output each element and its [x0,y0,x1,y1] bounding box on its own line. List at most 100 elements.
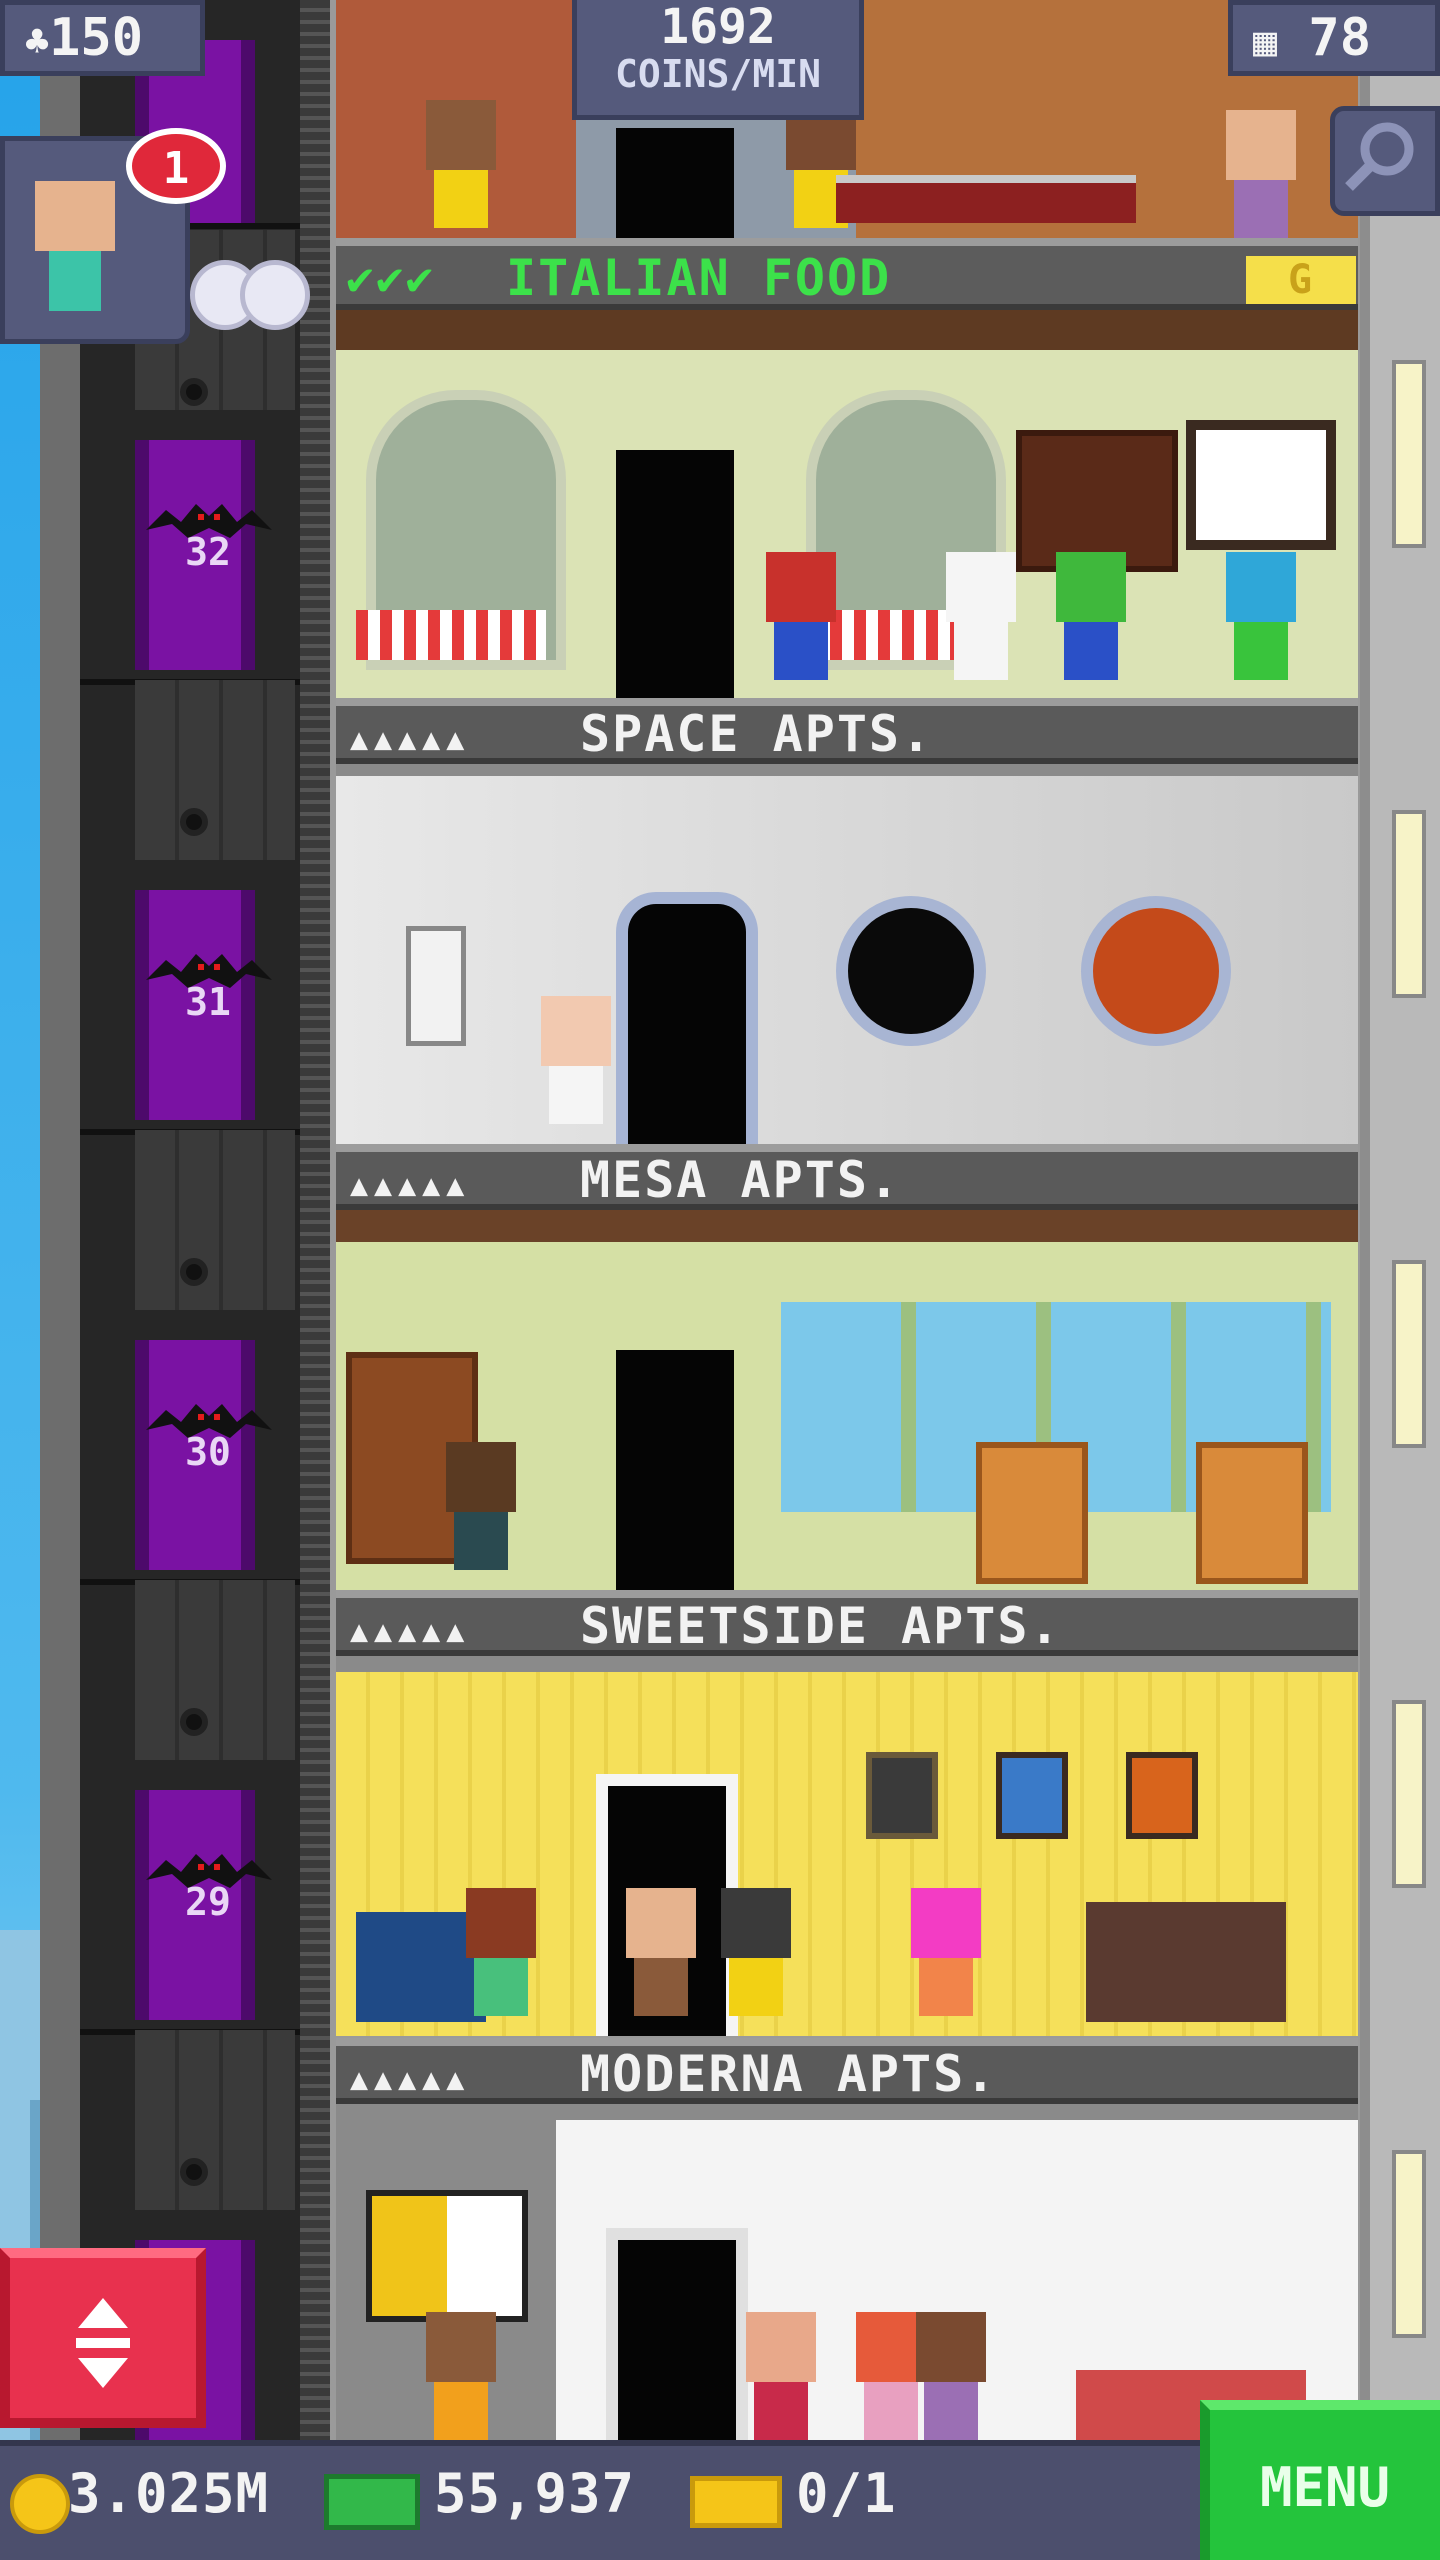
karate-resident[interactable] [541,996,611,1124]
floors-badge[interactable]: ▦ 78 [1228,0,1440,76]
building-icon: ▦ [1253,19,1278,65]
window-light [1392,2150,1426,2338]
resident[interactable] [721,1888,791,2016]
apartment-sign[interactable]: ▲▲▲▲▲ SPACE APTS. [336,698,1358,764]
moderna-apartment-room[interactable] [336,2104,1358,2440]
apartment-sign[interactable]: ▲▲▲▲▲ MODERNA APTS. [336,2038,1358,2104]
bux-icon [324,2474,420,2530]
bux-value: 55,937 [434,2462,636,2525]
occupants-icon: ▲▲▲▲▲ [350,1168,471,1203]
green-hat-resident[interactable] [446,1442,516,1570]
apartment-name: MODERNA APTS. [580,2045,998,2103]
elevator-button[interactable] [0,2248,206,2428]
gold-badge-label: G [1287,257,1315,303]
resident[interactable] [626,1888,696,2016]
wall-picture [866,1752,938,1839]
window-light [1392,360,1426,548]
elevator-floor-30[interactable]: 30 [80,1130,300,1585]
bearded-resident[interactable] [466,1888,536,2016]
elevator-cable [300,0,330,2440]
visitor-avatar-body [49,251,101,311]
red-cap-plumber[interactable] [766,552,836,680]
floor-door[interactable] [616,128,734,238]
population-value: 150 [49,8,144,68]
floor-marker-icon [180,1258,208,1286]
space-porthole [836,896,986,1046]
chef[interactable] [946,552,1016,680]
floor-marker-icon [180,378,208,406]
mars-porthole [1081,896,1231,1046]
floor-number: 32 [185,530,231,574]
coins-per-min-badge: 1692 COINS/MIN [572,0,864,120]
tower-right-wall [1360,0,1440,2440]
wine-rack [1016,430,1178,572]
business-name: ITALIAN FOOD [506,249,892,307]
floor-number: 29 [185,1880,231,1924]
floor-door[interactable] [616,450,734,700]
gold-badge[interactable]: G [1246,256,1356,304]
coins-per-min-value: 1692 [660,0,776,55]
menu-button[interactable]: MENU [1200,2400,1440,2560]
floor-number: 30 [185,1430,231,1474]
space-apartment-room[interactable] [336,764,1358,1144]
floor-number: 31 [185,980,231,1024]
stock-checkmarks-icon: ✔✔✔ [346,251,436,305]
window-light [1392,810,1426,998]
occupants-icon: ▲▲▲▲▲ [350,722,471,757]
resident[interactable] [746,2312,816,2440]
wall-picture [996,1752,1068,1839]
occupants-icon: ▲▲▲▲▲ [350,1614,471,1649]
apartment-sign[interactable]: ▲▲▲▲▲ SWEETSIDE APTS. [336,1590,1358,1656]
apartment-name: SWEETSIDE APTS. [580,1597,1062,1655]
elevator-floor-29[interactable]: 29 [80,1580,300,2035]
control-panel [406,926,466,1046]
business-sign[interactable]: ✔✔✔ ITALIAN FOOD G [336,238,1358,310]
ticket-icon [690,2476,782,2528]
resident[interactable] [916,2312,986,2440]
modern-art-icon [366,2190,528,2322]
apartment-sign[interactable]: ▲▲▲▲▲ MESA APTS. [336,1144,1358,1210]
up-down-arrows-icon [76,2298,130,2388]
mesa-apartment-room[interactable] [336,1210,1358,1590]
sweetside-apartment-room[interactable] [336,1656,1358,2036]
shaft-bricks [135,1130,295,1310]
shaft-bricks [135,1580,295,1760]
notification-badge: 1 [126,128,226,204]
chef-worker[interactable] [426,100,496,228]
occupants-icon: ▲▲▲▲▲ [350,2062,471,2097]
floors-value: 78 [1308,8,1372,68]
thought-bubble-icon [1186,420,1336,550]
floor-marker-icon [180,2158,208,2186]
population-icon: ♣ [25,19,50,65]
coins-value: 3.025M [68,2462,270,2525]
floor-marker-icon [180,1708,208,1736]
armchair [1196,1442,1308,1584]
population-badge[interactable]: ♣150 [0,0,205,76]
window-light [1392,1700,1426,1888]
floor-door[interactable] [606,2228,748,2440]
window-light [1392,1260,1426,1448]
silver-star-icon [240,260,310,330]
pink-hair-resident[interactable] [911,1888,981,2016]
shop-counter [836,175,1136,223]
elevator-floor-31[interactable]: 31 [80,680,300,1135]
coin-icon [10,2474,70,2534]
apartment-name: MESA APTS. [580,1151,902,1209]
green-cap-plumber[interactable] [1056,552,1126,680]
armchair [976,1442,1088,1584]
tickets-value: 0/1 [796,2462,897,2525]
dining-table [356,610,546,660]
brown-sofa [1086,1902,1286,2022]
floor-door[interactable] [616,892,758,1144]
floor-door[interactable] [616,1350,734,1590]
shaft-bricks [135,2030,295,2210]
visitor[interactable] [1226,110,1296,238]
italian-food-room[interactable] [336,310,1358,700]
blue-hair-visitor[interactable] [1226,552,1296,680]
search-button[interactable] [1330,106,1440,216]
shaft-bricks [135,680,295,860]
floor-marker-icon [180,808,208,836]
wall-picture [1126,1752,1198,1839]
resident[interactable] [426,2312,496,2440]
coins-per-min-label: COINS/MIN [615,52,821,96]
